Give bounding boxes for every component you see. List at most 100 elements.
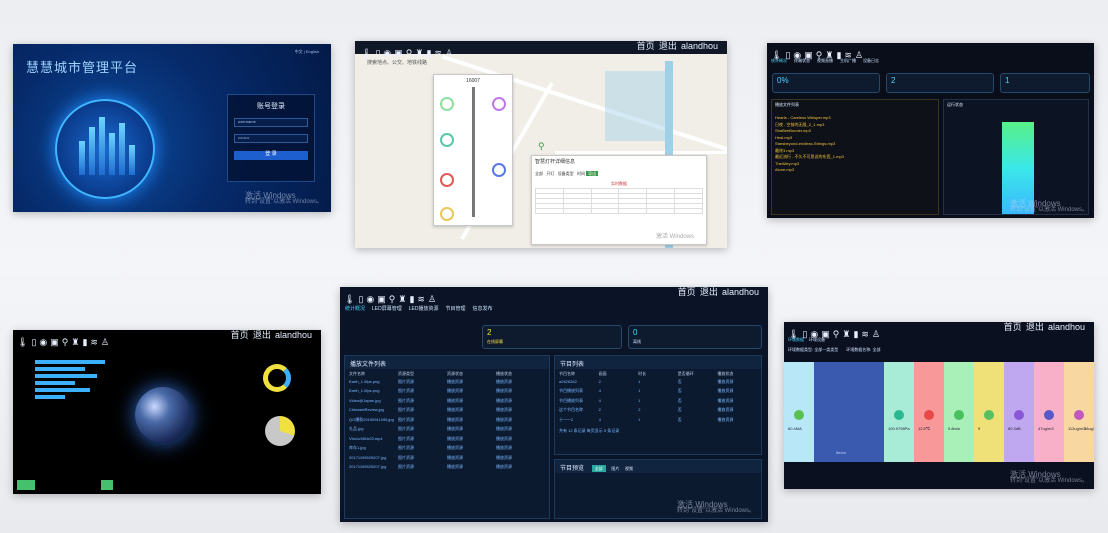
logout-link[interactable]: 退出 bbox=[659, 42, 677, 51]
camera-icon[interactable]: ◉ bbox=[793, 50, 801, 61]
wifi-icon[interactable]: ≋ bbox=[861, 329, 869, 340]
temperature-icon[interactable]: 🌡 bbox=[17, 337, 28, 348]
person-icon[interactable]: ♙ bbox=[872, 329, 880, 340]
device-node[interactable] bbox=[440, 173, 454, 187]
radio-option[interactable]: 开灯 bbox=[546, 171, 554, 176]
login-button[interactable]: 登 录 bbox=[234, 151, 308, 160]
table-row[interactable]: a2626262 2 1 否播放资源 bbox=[555, 379, 761, 389]
tab[interactable]: 设备日志 bbox=[863, 58, 879, 63]
table-row[interactable]: ChinaselReview.jpg 图片资源 播放资源 播放资源 bbox=[345, 407, 549, 417]
tab[interactable]: LED播放资源 bbox=[409, 306, 439, 312]
pump-icon[interactable]: ▣ bbox=[50, 337, 59, 348]
pump-icon[interactable]: ▣ bbox=[394, 48, 403, 59]
table-row[interactable]: 节目播放列表 4 1 否播放资源 bbox=[555, 398, 761, 408]
table-row[interactable]: 十一一2 4 1 否播放资源 bbox=[555, 417, 761, 427]
person-icon[interactable]: ♙ bbox=[428, 294, 436, 305]
language-switch[interactable]: 中文 | English bbox=[295, 49, 319, 54]
tab[interactable]: LED屏幕管理 bbox=[372, 306, 402, 312]
table-row[interactable]: 这个节目名称 2 2 否播放资源 bbox=[555, 407, 761, 417]
chart-icon[interactable]: ▮ bbox=[409, 294, 414, 305]
username-field[interactable]: username bbox=[234, 118, 308, 127]
camera-icon[interactable]: ◉ bbox=[366, 294, 374, 305]
home-link[interactable]: 首页 bbox=[678, 288, 696, 297]
pump-icon[interactable]: ▣ bbox=[821, 329, 830, 340]
table-row[interactable]: 库存1.jpg 图片资源 播放资源 播放资源 bbox=[345, 445, 549, 455]
table-row[interactable]: QG爆款20190911095.jpg 图片资源 播放资源 播放资源 bbox=[345, 417, 549, 427]
location-icon[interactable]: ⚲ bbox=[833, 329, 840, 340]
wifi-icon[interactable]: ≋ bbox=[417, 294, 425, 305]
device-node[interactable] bbox=[440, 133, 454, 147]
home-link[interactable]: 首页 bbox=[1004, 323, 1022, 332]
table-row[interactable]: Earth_1.0fps.png 图片资源 播放资源 播放资源 bbox=[345, 379, 549, 389]
table-row[interactable]: 礼品.jpg 图片资源 播放资源 播放资源 bbox=[345, 426, 549, 436]
screen-icon[interactable]: ▯ bbox=[31, 337, 36, 348]
logout-link[interactable]: 退出 bbox=[253, 331, 271, 340]
type-filter[interactable]: 环境数据类型: 全部一类类型 bbox=[788, 347, 838, 352]
home-link[interactable]: 首页 bbox=[637, 42, 655, 51]
person-icon[interactable]: ♙ bbox=[855, 50, 863, 61]
wifi-icon[interactable]: ≋ bbox=[844, 50, 852, 61]
tab[interactable]: 节目管理 bbox=[445, 306, 465, 312]
export-button[interactable]: 导出 bbox=[586, 171, 599, 176]
stat-card: 2 在线屏幕 bbox=[482, 325, 622, 349]
list-item[interactable]: Alone.mp3 bbox=[772, 167, 938, 174]
screen-icon[interactable]: ▯ bbox=[802, 329, 807, 340]
preview-tab[interactable]: 图片 bbox=[611, 466, 619, 471]
light-icon[interactable]: ♜ bbox=[825, 50, 833, 61]
table-row[interactable]: 20171199525207.jpg 图片资源 播放资源 播放资源 bbox=[345, 455, 549, 465]
light-icon[interactable]: ♜ bbox=[398, 294, 406, 305]
home-link[interactable]: 首页 bbox=[231, 331, 249, 340]
location-icon[interactable]: ⚲ bbox=[62, 337, 69, 348]
chart-icon[interactable]: ▮ bbox=[82, 337, 87, 348]
map-marker-icon[interactable]: ⚲ bbox=[538, 141, 545, 152]
map-search[interactable]: 搜索地点、公交、地铁线路 bbox=[367, 59, 427, 66]
camera-icon[interactable]: ◉ bbox=[383, 48, 391, 59]
device-node[interactable] bbox=[440, 207, 454, 221]
logout-link[interactable]: 退出 bbox=[700, 288, 718, 297]
camera-icon[interactable]: ◉ bbox=[810, 329, 818, 340]
device-node[interactable] bbox=[492, 97, 506, 111]
pagination[interactable]: 共有 12 条记录 每页显示 5 条记录 bbox=[555, 426, 761, 435]
pie-chart bbox=[265, 416, 295, 446]
pump-icon[interactable]: ▣ bbox=[377, 294, 386, 305]
light-icon[interactable]: ♜ bbox=[71, 337, 79, 348]
camera-icon[interactable]: ◉ bbox=[39, 337, 47, 348]
location-icon[interactable]: ⚲ bbox=[406, 48, 413, 59]
radio-option[interactable]: 时间 bbox=[577, 171, 585, 176]
chart-icon[interactable]: ▮ bbox=[426, 48, 431, 59]
chart-icon[interactable]: ▮ bbox=[853, 329, 858, 340]
radio-option[interactable]: 全部 bbox=[535, 171, 543, 176]
device-node[interactable] bbox=[440, 97, 454, 111]
table-row[interactable]: Vbs1u981b03.mp4 图片资源 播放资源 播放资源 bbox=[345, 436, 549, 446]
password-field[interactable]: •••••••• bbox=[234, 134, 308, 143]
tab[interactable]: 信息发布 bbox=[473, 306, 493, 312]
table-row[interactable]: 节目播放列表 4 1 否播放资源 bbox=[555, 388, 761, 398]
pump-icon[interactable]: ▣ bbox=[804, 50, 813, 61]
preview-tab[interactable]: 视频 bbox=[625, 466, 633, 471]
location-icon[interactable]: ⚲ bbox=[389, 294, 396, 305]
temperature-icon[interactable]: 🌡 bbox=[788, 329, 799, 340]
device-node[interactable] bbox=[492, 163, 506, 177]
screen-icon[interactable]: ▯ bbox=[358, 294, 363, 305]
logout-link[interactable]: 退出 bbox=[1026, 323, 1044, 332]
temperature-icon[interactable]: 🌡 bbox=[361, 48, 372, 59]
temperature-icon[interactable]: 🌡 bbox=[344, 294, 355, 305]
location-icon[interactable]: ⚲ bbox=[816, 50, 823, 61]
wifi-icon[interactable]: ≋ bbox=[90, 337, 98, 348]
tab[interactable]: 统计概况 bbox=[345, 306, 365, 312]
name-filter[interactable]: 环境数据名称: 全部 bbox=[846, 347, 880, 352]
table-row[interactable]: 20171199525207.jpg 图片资源 播放资源 播放资源 bbox=[345, 464, 549, 474]
radio-option[interactable]: 设备类型 bbox=[558, 171, 574, 176]
screen-icon[interactable]: ▯ bbox=[785, 50, 790, 61]
table-row[interactable]: Earth_1.0fps.png 图片资源 播放资源 播放资源 bbox=[345, 388, 549, 398]
preview-tab[interactable]: 全部 bbox=[591, 465, 606, 472]
person-icon[interactable]: ♙ bbox=[101, 337, 109, 348]
screen-icon[interactable]: ▯ bbox=[375, 48, 380, 59]
sensor-value: 38ug/m3 bbox=[1084, 426, 1094, 431]
activate-watermark: 激活 Windows 转到“设置”以激活 Windows。 bbox=[676, 500, 755, 515]
temperature-icon[interactable]: 🌡 bbox=[771, 50, 782, 61]
table-row[interactable]: Video@Japan.jpg 图片资源 播放资源 播放资源 bbox=[345, 398, 549, 408]
light-icon[interactable]: ♜ bbox=[415, 48, 423, 59]
light-icon[interactable]: ♜ bbox=[842, 329, 850, 340]
chart-icon[interactable]: ▮ bbox=[836, 50, 841, 61]
